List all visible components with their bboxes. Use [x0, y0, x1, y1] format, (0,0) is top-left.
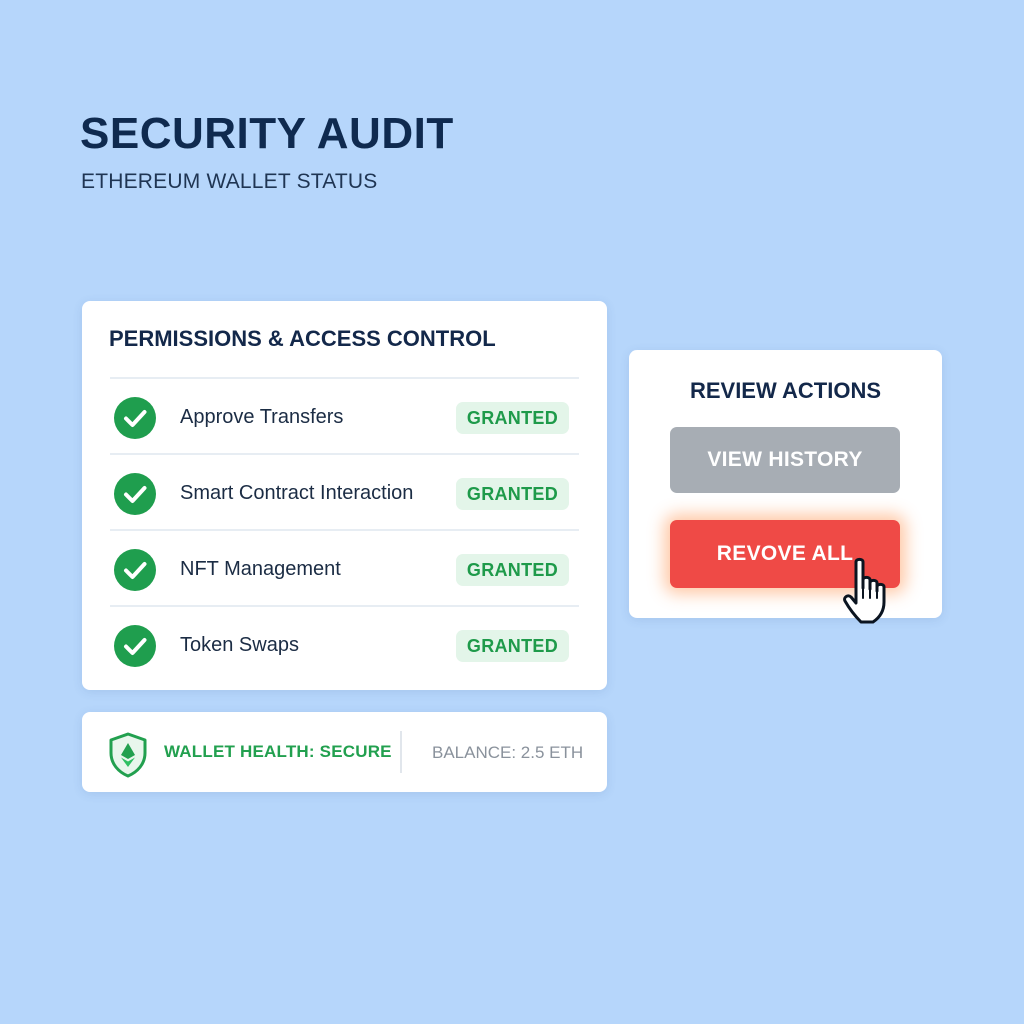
permissions-card: PERMISSIONS & ACCESS CONTROL Approve Tra…: [82, 301, 607, 690]
permission-label: Token Swaps: [180, 634, 299, 656]
divider: [400, 731, 402, 773]
shield-icon: [107, 732, 149, 778]
permission-row-approve-transfers[interactable]: Approve Transfers GRANTED: [110, 379, 579, 455]
check-circle-icon: [114, 397, 156, 439]
check-circle-icon: [114, 473, 156, 515]
pointer-hand-icon: [842, 556, 908, 632]
page-title: SECURITY AUDIT: [80, 109, 454, 158]
permission-row-token-swaps[interactable]: Token Swaps GRANTED: [110, 607, 579, 681]
wallet-balance: BALANCE: 2.5 ETH: [432, 743, 584, 762]
check-circle-icon: [114, 625, 156, 667]
granted-badge: GRANTED: [455, 478, 569, 510]
permission-row-smart-contract-interaction[interactable]: Smart Contract Interaction GRANTED: [110, 455, 579, 531]
check-circle-icon: [114, 549, 156, 591]
granted-badge: GRANTED: [455, 630, 569, 662]
page-subtitle: ETHEREUM WALLET STATUS: [81, 170, 378, 193]
granted-badge: GRANTED: [455, 554, 569, 586]
wallet-health-card: WALLET HEALTH: SECURE BALANCE: 2.5 ETH: [82, 712, 607, 792]
permissions-list: Approve Transfers GRANTED Smart Contract…: [110, 377, 579, 681]
permission-label: Approve Transfers: [180, 406, 344, 428]
permission-label: Smart Contract Interaction: [180, 482, 414, 504]
permission-label: NFT Management: [180, 558, 341, 580]
permission-row-nft-management[interactable]: NFT Management GRANTED: [110, 531, 579, 607]
granted-badge: GRANTED: [455, 402, 569, 434]
wallet-health-status: WALLET HEALTH: SECURE: [164, 742, 392, 761]
permissions-heading: PERMISSIONS & ACCESS CONTROL: [109, 326, 496, 351]
review-actions-heading: REVIEW ACTIONS: [689, 378, 882, 403]
view-history-button[interactable]: VIEW HISTORY: [670, 427, 900, 493]
